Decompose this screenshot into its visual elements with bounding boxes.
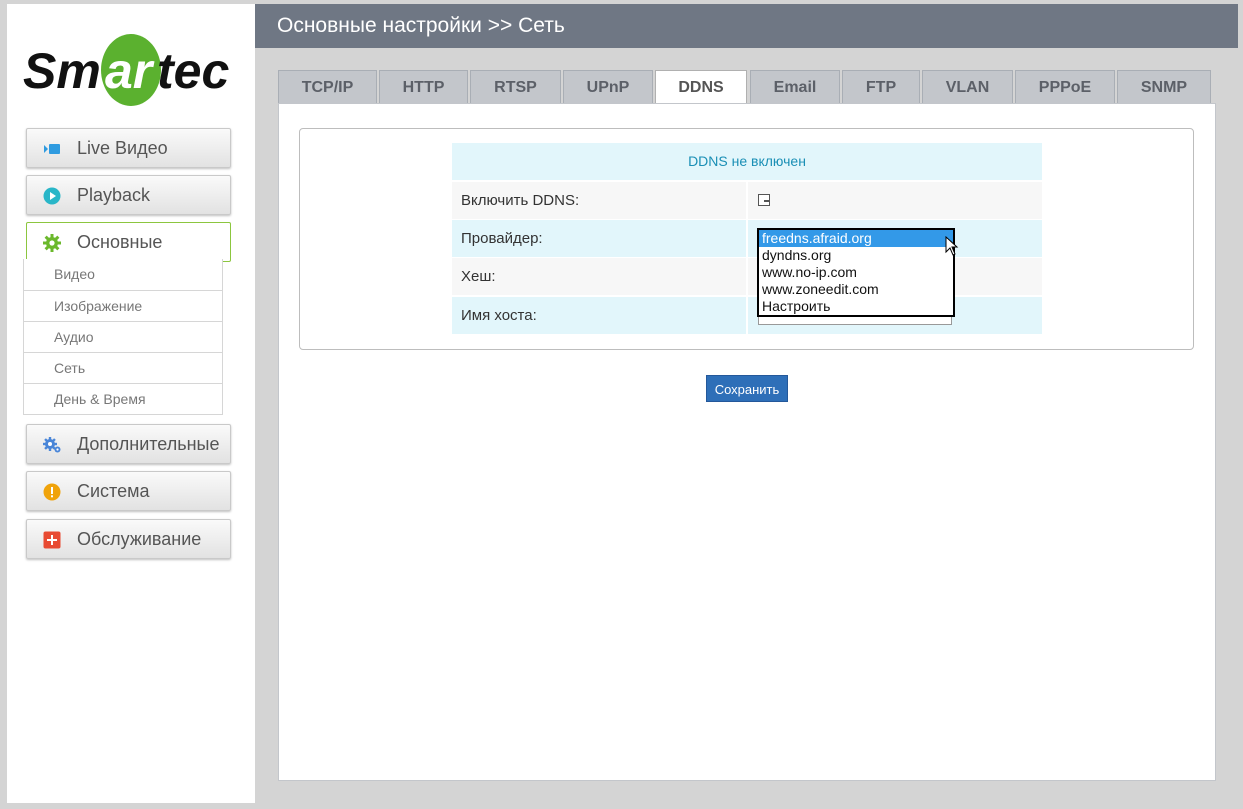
tab-snmp[interactable]: SNMP [1117,70,1211,104]
menu-basic[interactable]: Основные [26,222,231,262]
tab-vlan[interactable]: VLAN [922,70,1013,104]
save-button[interactable]: Сохранить [706,375,788,402]
submenu-item-datetime[interactable]: День & Время [24,383,222,414]
tab-pppoe[interactable]: PPPoE [1015,70,1115,104]
tab-tcpip[interactable]: TCP/IP [278,70,377,104]
smartec-logo: Sm ar tec [23,34,229,106]
menu-playback[interactable]: Playback [26,175,231,215]
submenu-item-image[interactable]: Изображение [24,290,222,321]
provider-option[interactable]: www.zoneedit.com [759,281,953,298]
submenu-item-network[interactable]: Сеть [24,352,222,383]
row-enable-ddns: Включить DDNS: [452,182,1042,219]
hash-label: Хеш: [452,258,746,295]
menu-maintenance[interactable]: Обслуживание [26,519,231,559]
provider-option[interactable]: www.no-ip.com [759,264,953,281]
menu-maintenance-label: Обслуживание [77,529,202,549]
gear-icon [43,234,61,252]
page-title: Основные настройки >> Сеть [277,14,565,37]
enable-ddns-cell [748,182,1042,219]
menu-playback-label: Playback [77,185,151,205]
ddns-status: DDNS не включен [452,143,1042,180]
menu-advanced-label: Дополнительные [77,434,220,454]
provider-label: Провайдер: [452,220,746,257]
gears-icon [43,437,61,453]
menu-system-label: Система [77,481,150,501]
live-video-icon [44,144,60,154]
plus-icon [43,531,61,549]
warning-icon [43,483,61,501]
mouse-cursor-icon [945,236,959,256]
submenu: Видео Изображение Аудио Сеть День & Врем… [23,259,223,415]
provider-option[interactable]: Настроить [759,298,953,315]
play-icon [43,187,61,205]
tab-ddns[interactable]: DDNS [655,70,747,105]
menu-system[interactable]: Система [26,471,231,511]
svg-text:ar: ar [105,43,155,99]
enable-ddns-checkbox[interactable] [758,194,770,206]
svg-text:tec: tec [157,43,229,99]
submenu-item-video[interactable]: Видео [24,259,222,290]
tab-http[interactable]: HTTP [379,70,468,104]
tab-ftp[interactable]: FTP [842,70,920,104]
svg-text:Sm: Sm [23,43,101,99]
tab-rtsp[interactable]: RTSP [470,70,561,104]
enable-ddns-label: Включить DDNS: [452,182,746,219]
menu-live-video-label: Live Видео [77,138,168,158]
page-header: Основные настройки >> Сеть [255,4,1238,48]
provider-option[interactable]: dyndns.org [759,247,953,264]
menu-basic-label: Основные [77,232,163,252]
provider-option[interactable]: freedns.afraid.org [759,230,953,247]
submenu-item-audio[interactable]: Аудио [24,321,222,352]
tab-upnp[interactable]: UPnP [563,70,653,104]
menu-advanced[interactable]: Дополнительные [26,424,231,464]
menu-live-video[interactable]: Live Видео [26,128,231,168]
hostname-label: Имя хоста: [452,297,746,334]
provider-dropdown-list[interactable]: freedns.afraid.org dyndns.org www.no-ip.… [757,228,955,317]
tab-email[interactable]: Email [750,70,840,104]
